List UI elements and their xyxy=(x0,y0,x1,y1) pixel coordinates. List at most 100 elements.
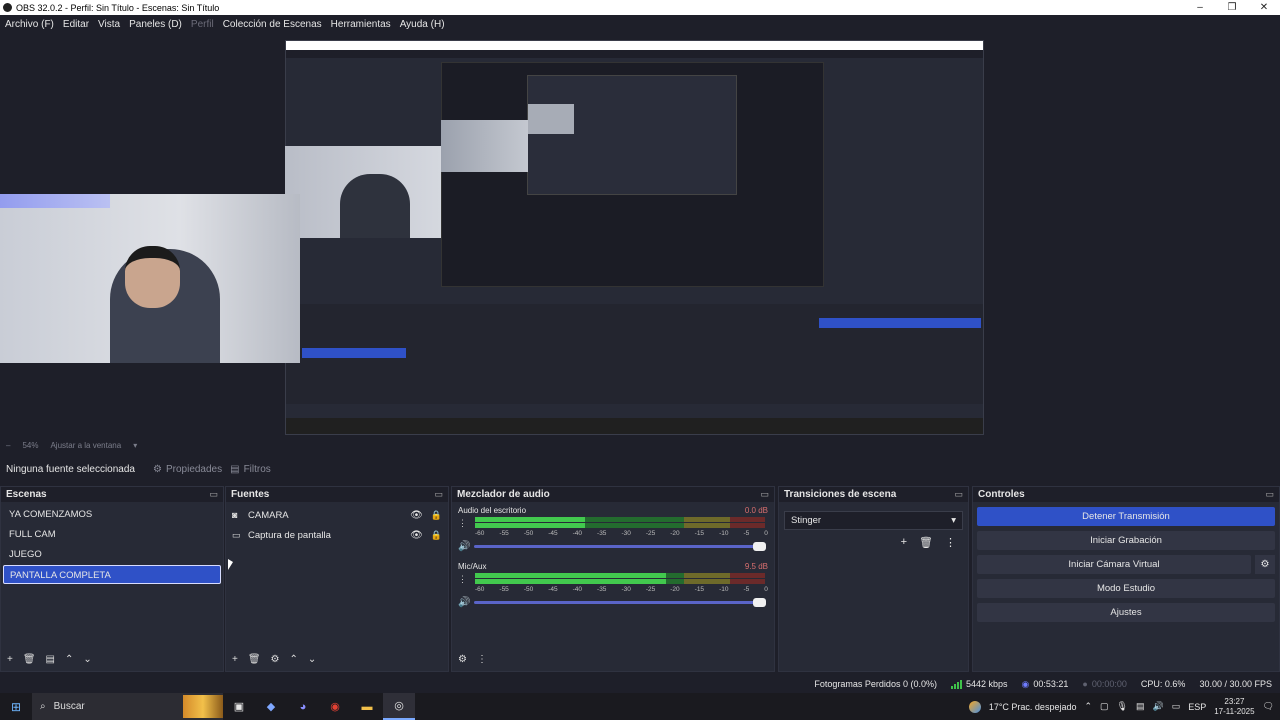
menu-vista[interactable]: Vista xyxy=(98,19,120,30)
more-icon[interactable]: ⋮ xyxy=(458,518,470,529)
move-down-icon[interactable]: ⌄ xyxy=(83,654,91,665)
copilot-icon[interactable]: ◆ xyxy=(255,693,287,720)
more-icon[interactable]: ⋮ xyxy=(477,654,487,665)
file-explorer-icon[interactable]: ▬ xyxy=(351,693,383,720)
more-icon[interactable]: ⋮ xyxy=(458,574,470,585)
undock-icon[interactable]: ▭ xyxy=(954,489,963,500)
add-icon[interactable]: + xyxy=(901,536,907,549)
filters-button[interactable]: ▤ Filtros xyxy=(230,464,271,475)
volume-slider[interactable] xyxy=(474,542,766,551)
menu-bar: Archivo (F) Editar Vista Paneles (D) Per… xyxy=(0,15,1280,33)
start-recording-button[interactable]: Iniciar Grabación xyxy=(977,531,1275,550)
gear-icon[interactable]: ⚙ xyxy=(1255,555,1275,574)
scene-item[interactable]: YA COMENZAMOS xyxy=(3,505,221,524)
eye-icon[interactable]: 👁 xyxy=(410,510,423,521)
slider-handle[interactable] xyxy=(753,598,766,607)
gear-icon: ⚙ xyxy=(153,463,162,475)
trash-icon[interactable]: 🗑 xyxy=(248,654,261,665)
move-up-icon[interactable]: ⌃ xyxy=(65,654,73,665)
move-down-icon[interactable]: ⌄ xyxy=(308,654,316,665)
nested-taskbar xyxy=(286,418,983,434)
scene-item[interactable]: FULL CAM xyxy=(3,525,221,544)
menu-ayuda[interactable]: Ayuda (H) xyxy=(400,19,445,30)
transition-select[interactable]: Stinger ▾ xyxy=(784,511,963,530)
tray-icon[interactable]: ▢ xyxy=(1100,701,1109,712)
trash-icon[interactable]: 🗑 xyxy=(919,536,933,549)
more-icon[interactable]: ⋮ xyxy=(945,536,956,549)
add-icon[interactable]: + xyxy=(7,654,13,665)
chevron-down-icon[interactable]: ▾ xyxy=(133,441,137,450)
notification-icon[interactable]: 🗨 xyxy=(1263,701,1274,712)
volume-slider[interactable] xyxy=(474,598,766,607)
clock[interactable]: 23:27 17-11-2025 xyxy=(1214,697,1254,717)
menu-editar[interactable]: Editar xyxy=(63,19,89,30)
source-toolbar: Ninguna fuente seleccionada ⚙ Propiedade… xyxy=(0,458,1280,480)
volume-icon[interactable]: 🔊 xyxy=(1152,701,1163,712)
add-icon[interactable]: + xyxy=(232,654,238,665)
close-button[interactable]: ✕ xyxy=(1248,2,1280,13)
settings-button[interactable]: Ajustes xyxy=(977,603,1275,622)
scenes-dock: Escenas ▭ YA COMENZAMOS FULL CAM JUEGO P… xyxy=(0,486,224,672)
stop-stream-button[interactable]: Detener Transmisión xyxy=(977,507,1275,526)
sources-dock: Fuentes ▭ ◙ CAMARA 👁 🔒 ▭ Captura de pant… xyxy=(225,486,449,672)
audio-mixer-dock: Mezclador de audio ▭ Audio del escritori… xyxy=(451,486,775,672)
source-item[interactable]: ◙ CAMARA 👁 🔒 xyxy=(226,505,448,525)
scene-item-selected[interactable]: PANTALLA COMPLETA xyxy=(3,565,221,584)
fit-to-window[interactable]: Ajustar a la ventana xyxy=(50,441,121,450)
controls-dock: Controles ▭ Detener Transmisión Iniciar … xyxy=(972,486,1280,672)
undock-icon[interactable]: ▭ xyxy=(1265,489,1274,500)
dropped-frames: Fotogramas Perdidos 0 (0.0%) xyxy=(814,679,937,689)
menu-archivo[interactable]: Archivo (F) xyxy=(5,19,54,30)
stream-time: 00:53:21 xyxy=(1033,679,1069,689)
taskbar-search[interactable]: ⌕ Buscar xyxy=(32,693,223,720)
preview-canvas[interactable] xyxy=(0,33,1280,438)
properties-button[interactable]: ⚙ Propiedades xyxy=(153,464,222,475)
microphone-icon[interactable]: 🎙 xyxy=(1117,701,1128,712)
lock-icon[interactable]: 🔒 xyxy=(431,530,442,541)
volume-meter xyxy=(470,517,768,529)
minimize-button[interactable]: – xyxy=(1184,2,1216,13)
chevron-up-icon[interactable]: ⌃ xyxy=(1084,701,1092,712)
chrome-icon[interactable]: ◉ xyxy=(319,693,351,720)
move-up-icon[interactable]: ⌃ xyxy=(290,654,298,665)
meter-scale: -60 -55 -50 -45 -40 -35 -30 -25 -20 -15 -10 -5 0 xyxy=(475,530,768,537)
menu-herramientas[interactable]: Herramientas xyxy=(331,19,391,30)
menu-perfil[interactable]: Perfil xyxy=(191,19,214,30)
filter-icon[interactable]: ▤ xyxy=(46,654,55,665)
signal-icon xyxy=(950,679,962,689)
studio-mode-button[interactable]: Modo Estudio xyxy=(977,579,1275,598)
start-virtual-camera-button[interactable]: Iniciar Cámara Virtual xyxy=(977,555,1251,574)
discord-icon[interactable]: ◕ xyxy=(287,693,319,720)
undock-icon[interactable]: ▭ xyxy=(209,489,218,500)
scenes-title: Escenas xyxy=(6,489,47,500)
speaker-icon[interactable]: 🔊 xyxy=(458,541,474,552)
language-indicator[interactable]: ESP xyxy=(1188,702,1206,712)
undock-icon[interactable]: ▭ xyxy=(434,489,443,500)
transitions-dock: Transiciones de escena ▭ Stinger ▾ + 🗑 ⋮ xyxy=(778,486,969,672)
windows-start-icon[interactable]: ⊞ xyxy=(0,700,32,714)
windows-taskbar: ⊞ ⌕ Buscar ▣ ◆ ◕ ◉ ▬ ◎ 17°C Prac. despej… xyxy=(0,693,1280,720)
source-item[interactable]: ▭ Captura de pantalla 👁 🔒 xyxy=(226,525,448,545)
obs-taskbar-icon[interactable]: ◎ xyxy=(383,693,415,720)
maximize-button[interactable]: ❐ xyxy=(1216,2,1248,13)
weather-text[interactable]: 17°C Prac. despejado xyxy=(989,702,1077,712)
cpu-usage: CPU: 0.6% xyxy=(1140,679,1186,689)
menu-coleccion-escenas[interactable]: Colección de Escenas xyxy=(223,19,322,30)
advanced-audio-icon[interactable]: ⚙ xyxy=(458,654,467,665)
speaker-icon[interactable]: 🔊 xyxy=(458,597,474,608)
lock-icon[interactable]: 🔒 xyxy=(431,510,442,521)
menu-paneles[interactable]: Paneles (D) xyxy=(129,19,182,30)
battery-icon[interactable]: ▭ xyxy=(1172,701,1181,712)
meter-level xyxy=(475,573,667,578)
camera-feed-medium xyxy=(285,146,441,238)
network-icon[interactable]: ▤ xyxy=(1136,701,1145,712)
gear-icon[interactable]: ⚙ xyxy=(271,654,280,665)
zoom-out-button[interactable]: – xyxy=(6,441,10,450)
scene-item[interactable]: JUEGO xyxy=(3,545,221,564)
eye-icon[interactable]: 👁 xyxy=(410,530,423,541)
chevron-down-icon: ▾ xyxy=(951,515,956,526)
slider-handle[interactable] xyxy=(753,542,766,551)
trash-icon[interactable]: 🗑 xyxy=(23,654,36,665)
undock-icon[interactable]: ▭ xyxy=(760,489,769,500)
task-view-icon[interactable]: ▣ xyxy=(223,693,255,720)
